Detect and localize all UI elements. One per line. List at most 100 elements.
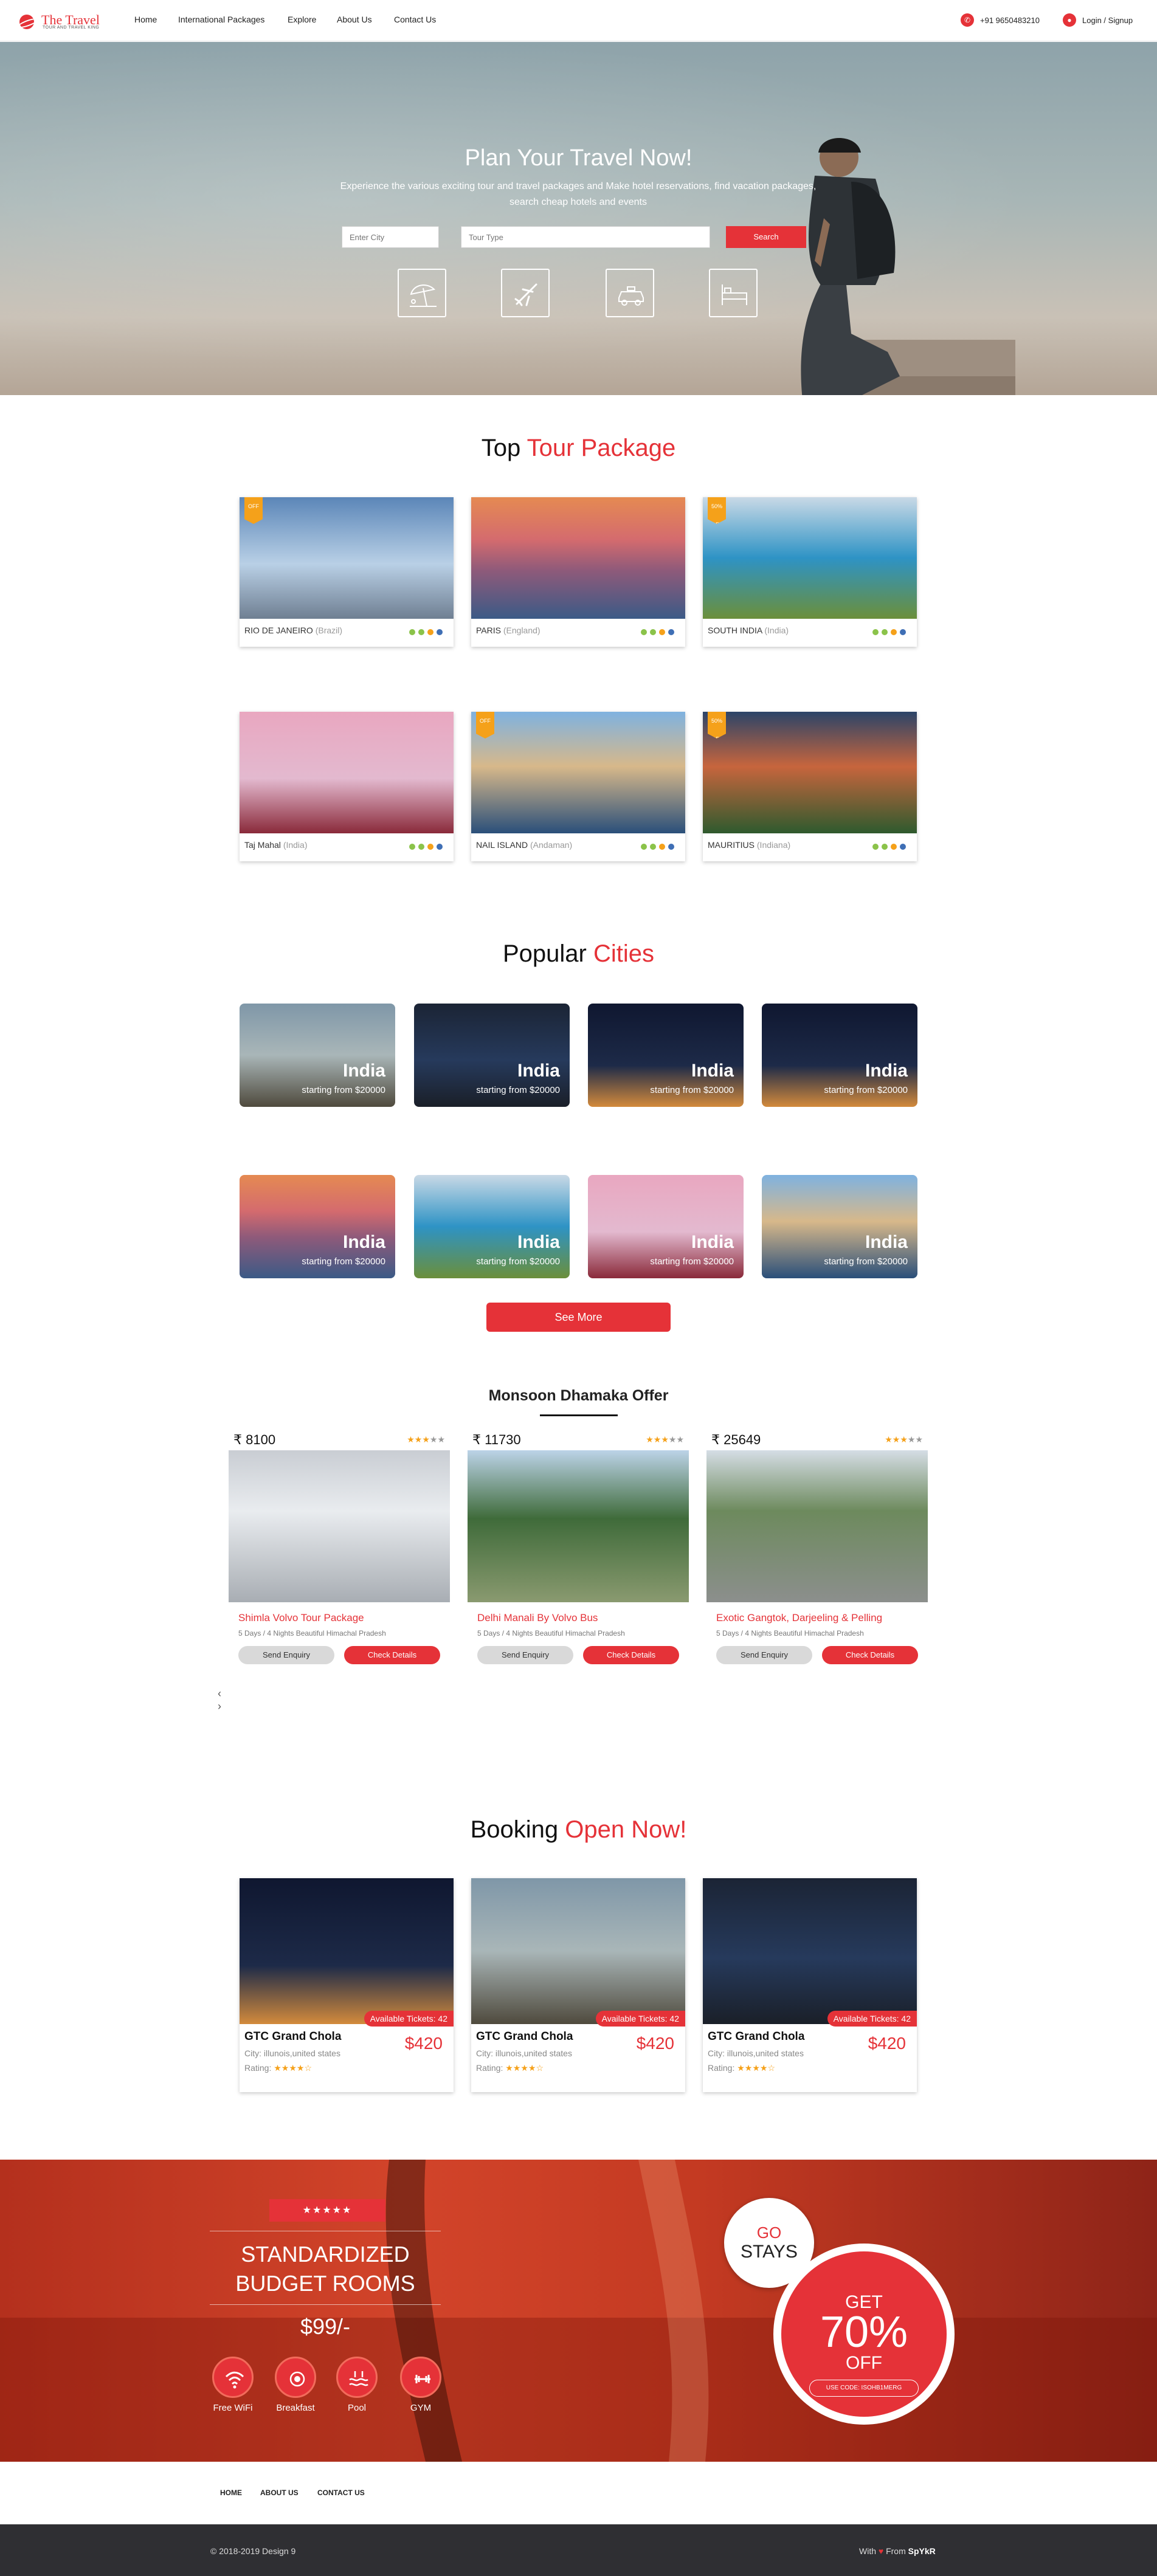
footer-link-contact[interactable]: CONTACT US	[317, 2488, 365, 2497]
flight-service-button[interactable]	[501, 269, 550, 317]
hotel-name[interactable]: GTC Grand Chola	[476, 2030, 573, 2044]
nav-about-us[interactable]: About Us	[337, 15, 372, 24]
city-card[interactable]: India starting from $20000	[588, 1175, 744, 1278]
package-card[interactable]: 50% OFF MAURITIUS (Indiana)	[703, 712, 917, 861]
heart-icon: ♥	[878, 2546, 884, 2556]
send-enquiry-button[interactable]: Send Enquiry	[716, 1646, 812, 1664]
city-card[interactable]: India starting from $20000	[240, 1004, 395, 1107]
phone-number[interactable]: +91 9650483210	[980, 16, 1040, 25]
check-details-button[interactable]: Check Details	[583, 1646, 679, 1664]
offer-card: ₹ 11730 ★★★★★ Delhi Manali By Volvo Bus 5 D…	[468, 1430, 689, 1685]
package-name[interactable]: NAIL ISLAND (Andaman)	[476, 840, 572, 850]
booking-open-title: Booking Open Now!	[470, 1816, 687, 1843]
carousel-prev-button[interactable]: ‹	[218, 1687, 221, 1700]
taxi-service-button[interactable]	[606, 269, 654, 317]
offer-title[interactable]: Delhi Manali By Volvo Bus	[477, 1612, 598, 1624]
package-name[interactable]: Taj Mahal (India)	[244, 840, 308, 850]
offer-price: ₹ 11730	[472, 1432, 521, 1447]
amenity-label-breakfast: Breakfast	[276, 2403, 315, 2413]
beach-service-button[interactable]	[398, 269, 446, 317]
nav-contact-us[interactable]: Contact Us	[394, 15, 436, 24]
package-image[interactable]	[471, 712, 685, 833]
city-card[interactable]: India starting from $20000	[762, 1175, 917, 1278]
feature-dot-icon	[427, 629, 433, 635]
offer-image[interactable]	[706, 1450, 928, 1602]
package-name[interactable]: SOUTH INDIA (India)	[708, 625, 789, 635]
feature-dot-icon	[427, 844, 433, 850]
footer-link-about[interactable]: ABOUT US	[260, 2488, 299, 2497]
feature-dot-icon	[668, 629, 674, 635]
offer-title[interactable]: Shimla Volvo Tour Package	[238, 1612, 364, 1624]
logo-icon[interactable]	[19, 15, 34, 29]
city-card[interactable]: India starting from $20000	[762, 1004, 917, 1107]
search-button[interactable]: Search	[726, 226, 806, 248]
rating-stars: ★★★★☆	[505, 2063, 544, 2073]
city-card[interactable]: India starting from $20000	[414, 1004, 570, 1107]
footer-link-home[interactable]: HOME	[220, 2488, 242, 2497]
hero-subtitle: Experience the various exciting tour and…	[340, 181, 817, 207]
booking-card[interactable]: Available Tickets: 42 GTC Grand Chola City…	[471, 1878, 685, 2092]
package-image[interactable]	[240, 712, 454, 833]
package-image[interactable]	[471, 497, 685, 619]
booking-image[interactable]	[240, 1878, 454, 2024]
city-card[interactable]: India starting from $20000	[414, 1175, 570, 1278]
city-name: India	[691, 1061, 734, 1081]
package-card[interactable]: OFF RIO DE JANEIRO (Brazil)	[240, 497, 454, 647]
package-name[interactable]: PARIS (England)	[476, 625, 541, 635]
coupon-code[interactable]: USE CODE: ISOHB1MERG	[809, 2380, 919, 2397]
feature-dot-icon	[409, 629, 415, 635]
package-card[interactable]: OFF NAIL ISLAND (Andaman)	[471, 712, 685, 861]
amenity-label-gym: GYM	[410, 2403, 432, 2413]
hotel-name[interactable]: GTC Grand Chola	[244, 2030, 341, 2044]
city-card[interactable]: India starting from $20000	[588, 1004, 744, 1107]
available-tickets-badge: Available Tickets: 42	[364, 2011, 454, 2027]
offer-ribbon: OFF	[476, 712, 494, 739]
package-image[interactable]	[240, 497, 454, 619]
taxi-icon	[618, 286, 644, 306]
city-name: India	[517, 1232, 560, 1252]
offer-image[interactable]	[468, 1450, 689, 1602]
author-brand[interactable]: SpYkR	[908, 2546, 936, 2556]
offer-title[interactable]: Exotic Gangtok, Darjeeling & Pelling	[716, 1612, 882, 1624]
check-details-button[interactable]: Check Details	[344, 1646, 440, 1664]
package-image[interactable]	[703, 712, 917, 833]
package-card[interactable]: 50% OFF SOUTH INDIA (India)	[703, 497, 917, 647]
package-card[interactable]: Taj Mahal (India)	[240, 712, 454, 861]
off-text: OFF	[846, 2353, 882, 2373]
hotel-price: $420	[636, 2034, 674, 2053]
package-feature-dots	[638, 842, 674, 853]
package-image[interactable]	[703, 497, 917, 619]
discount-percent: 70%	[820, 2308, 908, 2357]
package-feature-dots	[869, 627, 906, 638]
nav-home[interactable]: Home	[134, 15, 157, 24]
nav-explore[interactable]: Explore	[288, 15, 316, 24]
hotel-name[interactable]: GTC Grand Chola	[708, 2030, 804, 2044]
booking-image[interactable]	[471, 1878, 685, 2024]
city-input[interactable]	[342, 226, 439, 248]
offer-title: Monsoon Dhamaka Offer	[488, 1387, 669, 1404]
booking-image[interactable]	[703, 1878, 917, 2024]
city-card[interactable]: India starting from $20000	[240, 1175, 395, 1278]
city-price: starting from $20000	[824, 1085, 908, 1095]
package-name[interactable]: RIO DE JANEIRO (Brazil)	[244, 625, 342, 635]
check-details-button[interactable]: Check Details	[822, 1646, 918, 1664]
carousel-next-button[interactable]: ›	[218, 1700, 221, 1713]
feature-dot-icon	[641, 844, 647, 850]
city-name: India	[865, 1061, 908, 1081]
hotel-service-button[interactable]	[709, 269, 758, 317]
feature-dot-icon	[437, 629, 443, 635]
see-more-button[interactable]: See More	[486, 1303, 671, 1332]
rating-stars: ★★★★☆	[737, 2063, 776, 2073]
package-name[interactable]: MAURITIUS (Indiana)	[708, 840, 790, 850]
city-price: starting from $20000	[302, 1256, 385, 1267]
booking-card[interactable]: Available Tickets: 42 GTC Grand Chola City…	[703, 1878, 917, 2092]
tour-type-input[interactable]	[461, 226, 710, 248]
offer-image[interactable]	[229, 1450, 450, 1602]
send-enquiry-button[interactable]: Send Enquiry	[238, 1646, 334, 1664]
promo-stars: ★★★★★	[269, 2199, 385, 2222]
package-card[interactable]: PARIS (England)	[471, 497, 685, 647]
login-signup-link[interactable]: Login / Signup	[1082, 16, 1133, 25]
nav-international-packages[interactable]: International Packages	[178, 15, 264, 24]
booking-card[interactable]: Available Tickets: 42 GTC Grand Chola City…	[240, 1878, 454, 2092]
send-enquiry-button[interactable]: Send Enquiry	[477, 1646, 573, 1664]
